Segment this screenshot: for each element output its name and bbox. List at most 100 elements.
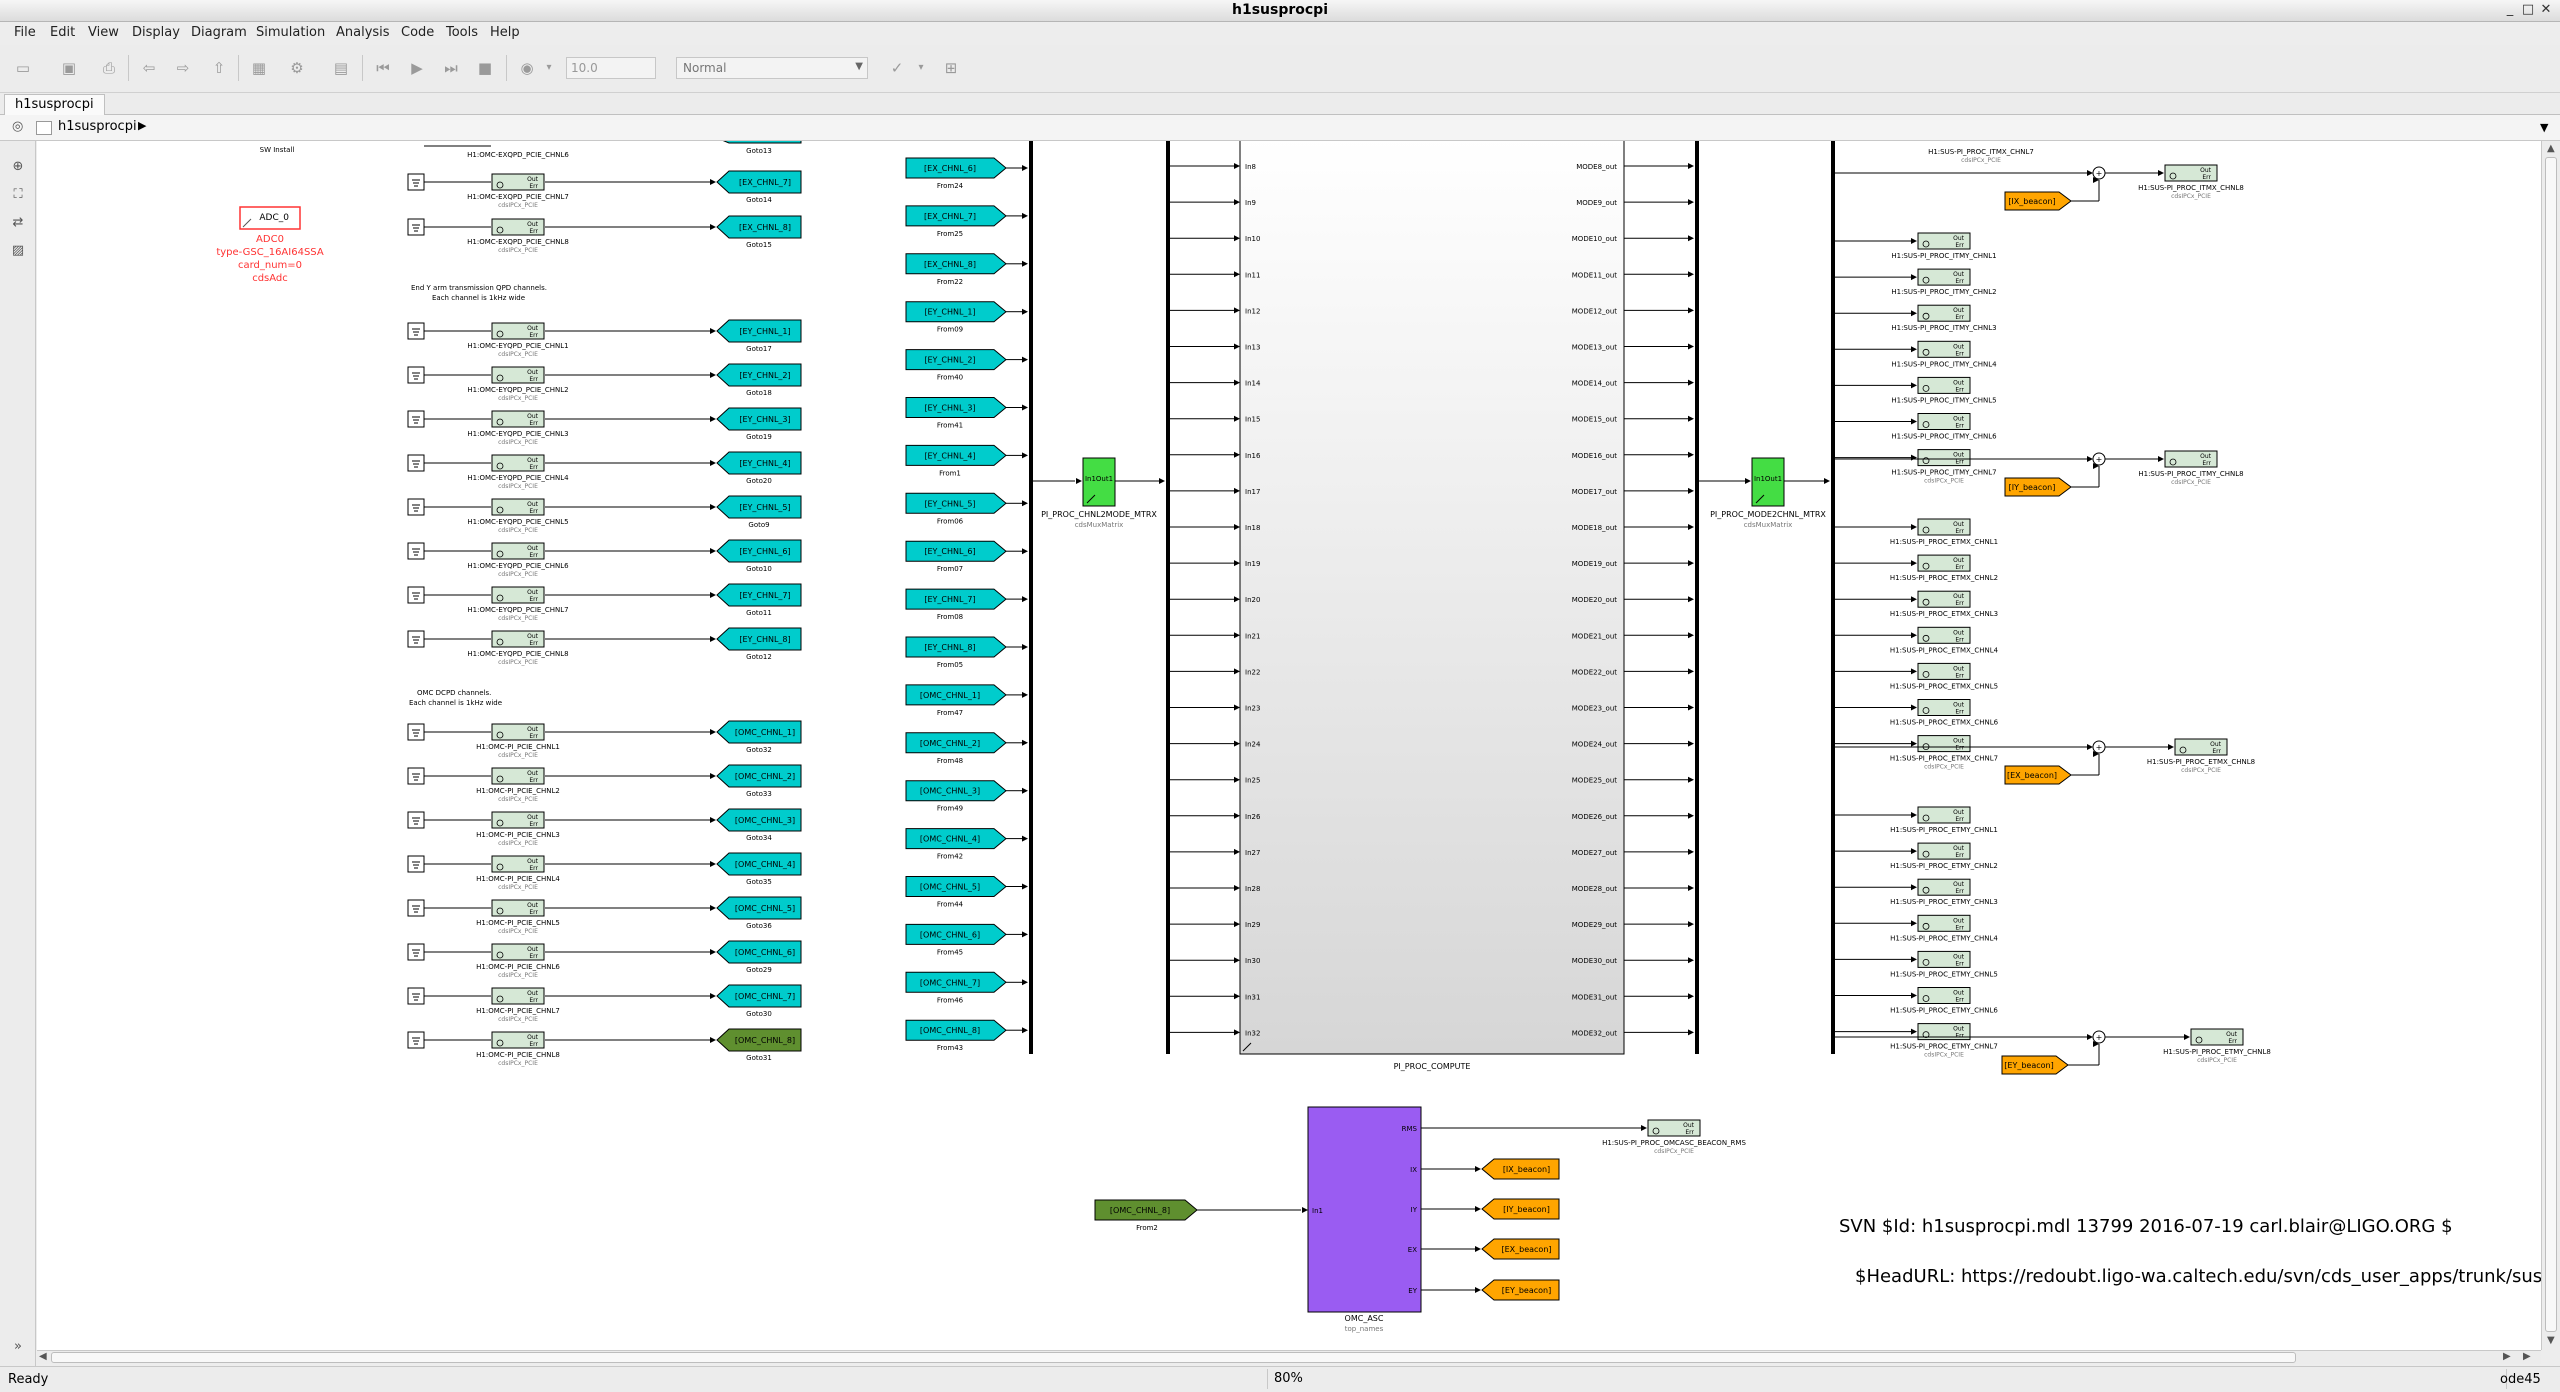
vertical-scroll-thumb[interactable] — [2545, 157, 2557, 1332]
scroll-left-icon[interactable]: ◀ — [39, 1351, 47, 1362]
compute-subsystem[interactable] — [1239, 141, 1625, 1055]
ground-block[interactable] — [407, 410, 425, 428]
expand-palette-icon[interactable]: » — [8, 1337, 28, 1357]
step-back-icon[interactable]: ⏮ — [372, 57, 394, 79]
ground-block[interactable] — [407, 173, 425, 191]
fit-view-icon[interactable]: ⛶ — [8, 185, 28, 205]
ground-block[interactable] — [407, 218, 425, 236]
arrowhead — [1688, 235, 1694, 242]
omc-asc-lib: top_names — [1345, 1325, 1384, 1333]
ipc-name: H1:SUS-PI_PROC_ITMY_CHNL3 — [1891, 324, 1996, 332]
goto-tag-label: [EY_CHNL_2] — [739, 371, 790, 380]
simulation-mode-select[interactable]: Normal ▼ — [676, 57, 868, 79]
close-icon[interactable]: ✕ — [2538, 2, 2554, 18]
from-name: From24 — [937, 182, 964, 190]
compute-input-port: In22 — [1245, 668, 1260, 676]
minimize-icon[interactable]: _ — [2502, 2, 2518, 18]
ground-block[interactable] — [407, 366, 425, 384]
menu-simulation[interactable]: Simulation — [256, 25, 325, 40]
menu-file[interactable]: File — [14, 25, 36, 40]
chevron-down-icon[interactable]: ▼ — [2540, 121, 2548, 134]
forward-icon[interactable]: ⇨ — [172, 57, 194, 79]
menu-code[interactable]: Code — [401, 25, 434, 40]
scroll-down-icon[interactable]: ▼ — [2547, 1335, 2555, 1346]
arrowhead — [1022, 308, 1028, 315]
ipc-port-label: Err — [1955, 745, 1964, 752]
goto-block[interactable] — [717, 141, 802, 144]
save-icon[interactable]: ▣ — [58, 57, 80, 79]
horizontal-scroll-thumb[interactable] — [51, 1352, 2296, 1363]
arrowhead — [1234, 848, 1240, 855]
ground-block[interactable] — [407, 899, 425, 917]
goto-name: Goto10 — [746, 565, 772, 573]
stop-time-input[interactable]: 10.0 — [566, 57, 656, 79]
compute-output-port: MODE11_out — [1572, 271, 1617, 279]
arrowhead — [1159, 478, 1165, 484]
ipc-name: H1:OMC-EYQPD_PCIE_CHNL2 — [467, 386, 568, 394]
chevron-down-icon[interactable]: ▾ — [538, 57, 560, 79]
menu-diagram[interactable]: Diagram — [191, 25, 247, 40]
library-browser-icon[interactable]: ▦ — [248, 57, 270, 79]
from-tag-label: [EY_CHNL_1] — [924, 308, 975, 317]
ground-block[interactable] — [407, 630, 425, 648]
ground-block[interactable] — [407, 987, 425, 1005]
ground-block[interactable] — [407, 1031, 425, 1049]
model-explorer-icon[interactable]: ▤ — [330, 57, 352, 79]
model-advisor-icon[interactable]: ✓ — [886, 57, 908, 79]
diagram-canvas[interactable]: SW Install ADC_0 ADC0 type-GSC_16AI64SSA car… — [37, 141, 2541, 1350]
bus-selector[interactable] — [1166, 141, 1170, 1054]
arrowhead — [2168, 744, 2174, 750]
maximize-icon[interactable]: □ — [2520, 2, 2536, 18]
ground-block[interactable] — [407, 943, 425, 961]
ipc-port-label: Err — [1955, 672, 1964, 679]
scroll-right-icon[interactable]: ▶ — [2523, 1351, 2531, 1362]
sum-sign: + — [2096, 169, 2103, 178]
image-icon[interactable]: ▨ — [8, 241, 28, 261]
hide-explorer-icon[interactable]: ◎ — [12, 119, 23, 134]
ground-block[interactable] — [407, 542, 425, 560]
zoom-icon[interactable]: ⊕ — [8, 157, 28, 177]
grid-options-icon[interactable]: ⊞ — [940, 57, 962, 79]
chevron-down-icon[interactable]: ▾ — [910, 57, 932, 79]
compute-output-port: MODE29_out — [1572, 921, 1617, 929]
breadcrumb-item-model[interactable]: h1susprocpi — [58, 119, 137, 134]
menu-edit[interactable]: Edit — [50, 25, 75, 40]
ground-block[interactable] — [407, 767, 425, 785]
bus-creator[interactable] — [1029, 141, 1033, 1054]
horizontal-scrollbar[interactable]: ◀ ▶ ▶ — [37, 1350, 2541, 1364]
up-icon[interactable]: ⇧ — [208, 57, 230, 79]
omc-asc-subsystem[interactable] — [1307, 1106, 1422, 1313]
menu-display[interactable]: Display — [132, 25, 180, 40]
run-icon[interactable]: ▶ — [406, 57, 428, 79]
stop-icon[interactable]: ■ — [474, 57, 496, 79]
ground-block[interactable] — [407, 498, 425, 516]
bus-selector-2[interactable] — [1831, 141, 1835, 1054]
ground-block[interactable] — [407, 723, 425, 741]
record-icon[interactable]: ◉ — [516, 57, 538, 79]
goto-tag-label: [EY_CHNL_4] — [739, 459, 790, 468]
arrowhead — [1688, 993, 1694, 1000]
step-forward-icon[interactable]: ⏭ — [440, 57, 462, 79]
menu-tools[interactable]: Tools — [446, 25, 478, 40]
menu-view[interactable]: View — [88, 25, 119, 40]
ground-block[interactable] — [407, 586, 425, 604]
model-config-icon[interactable]: ⚙ — [286, 57, 308, 79]
ground-block[interactable] — [407, 811, 425, 829]
ipc-port-label: Out — [2226, 1031, 2238, 1038]
goto-tag-label: [OMC_CHNL_1] — [735, 728, 795, 737]
arrowhead — [1022, 787, 1028, 794]
scroll-up-icon[interactable]: ▲ — [2547, 143, 2555, 154]
bus-creator-2[interactable] — [1695, 141, 1699, 1054]
print-icon[interactable]: ⎙ — [98, 57, 120, 79]
ground-block[interactable] — [407, 454, 425, 472]
scroll-right-icon[interactable]: ▶ — [2503, 1351, 2511, 1362]
vertical-scrollbar[interactable]: ▲ ▼ — [2541, 141, 2560, 1350]
tab-model[interactable]: h1susprocpi — [4, 94, 105, 115]
menu-analysis[interactable]: Analysis — [336, 25, 390, 40]
ground-block[interactable] — [407, 855, 425, 873]
menu-help[interactable]: Help — [490, 25, 520, 40]
arrows-icon[interactable]: ⇄ — [8, 213, 28, 233]
back-icon[interactable]: ⇦ — [138, 57, 160, 79]
ground-block[interactable] — [407, 322, 425, 340]
new-model-icon[interactable]: ▭ — [12, 57, 34, 79]
